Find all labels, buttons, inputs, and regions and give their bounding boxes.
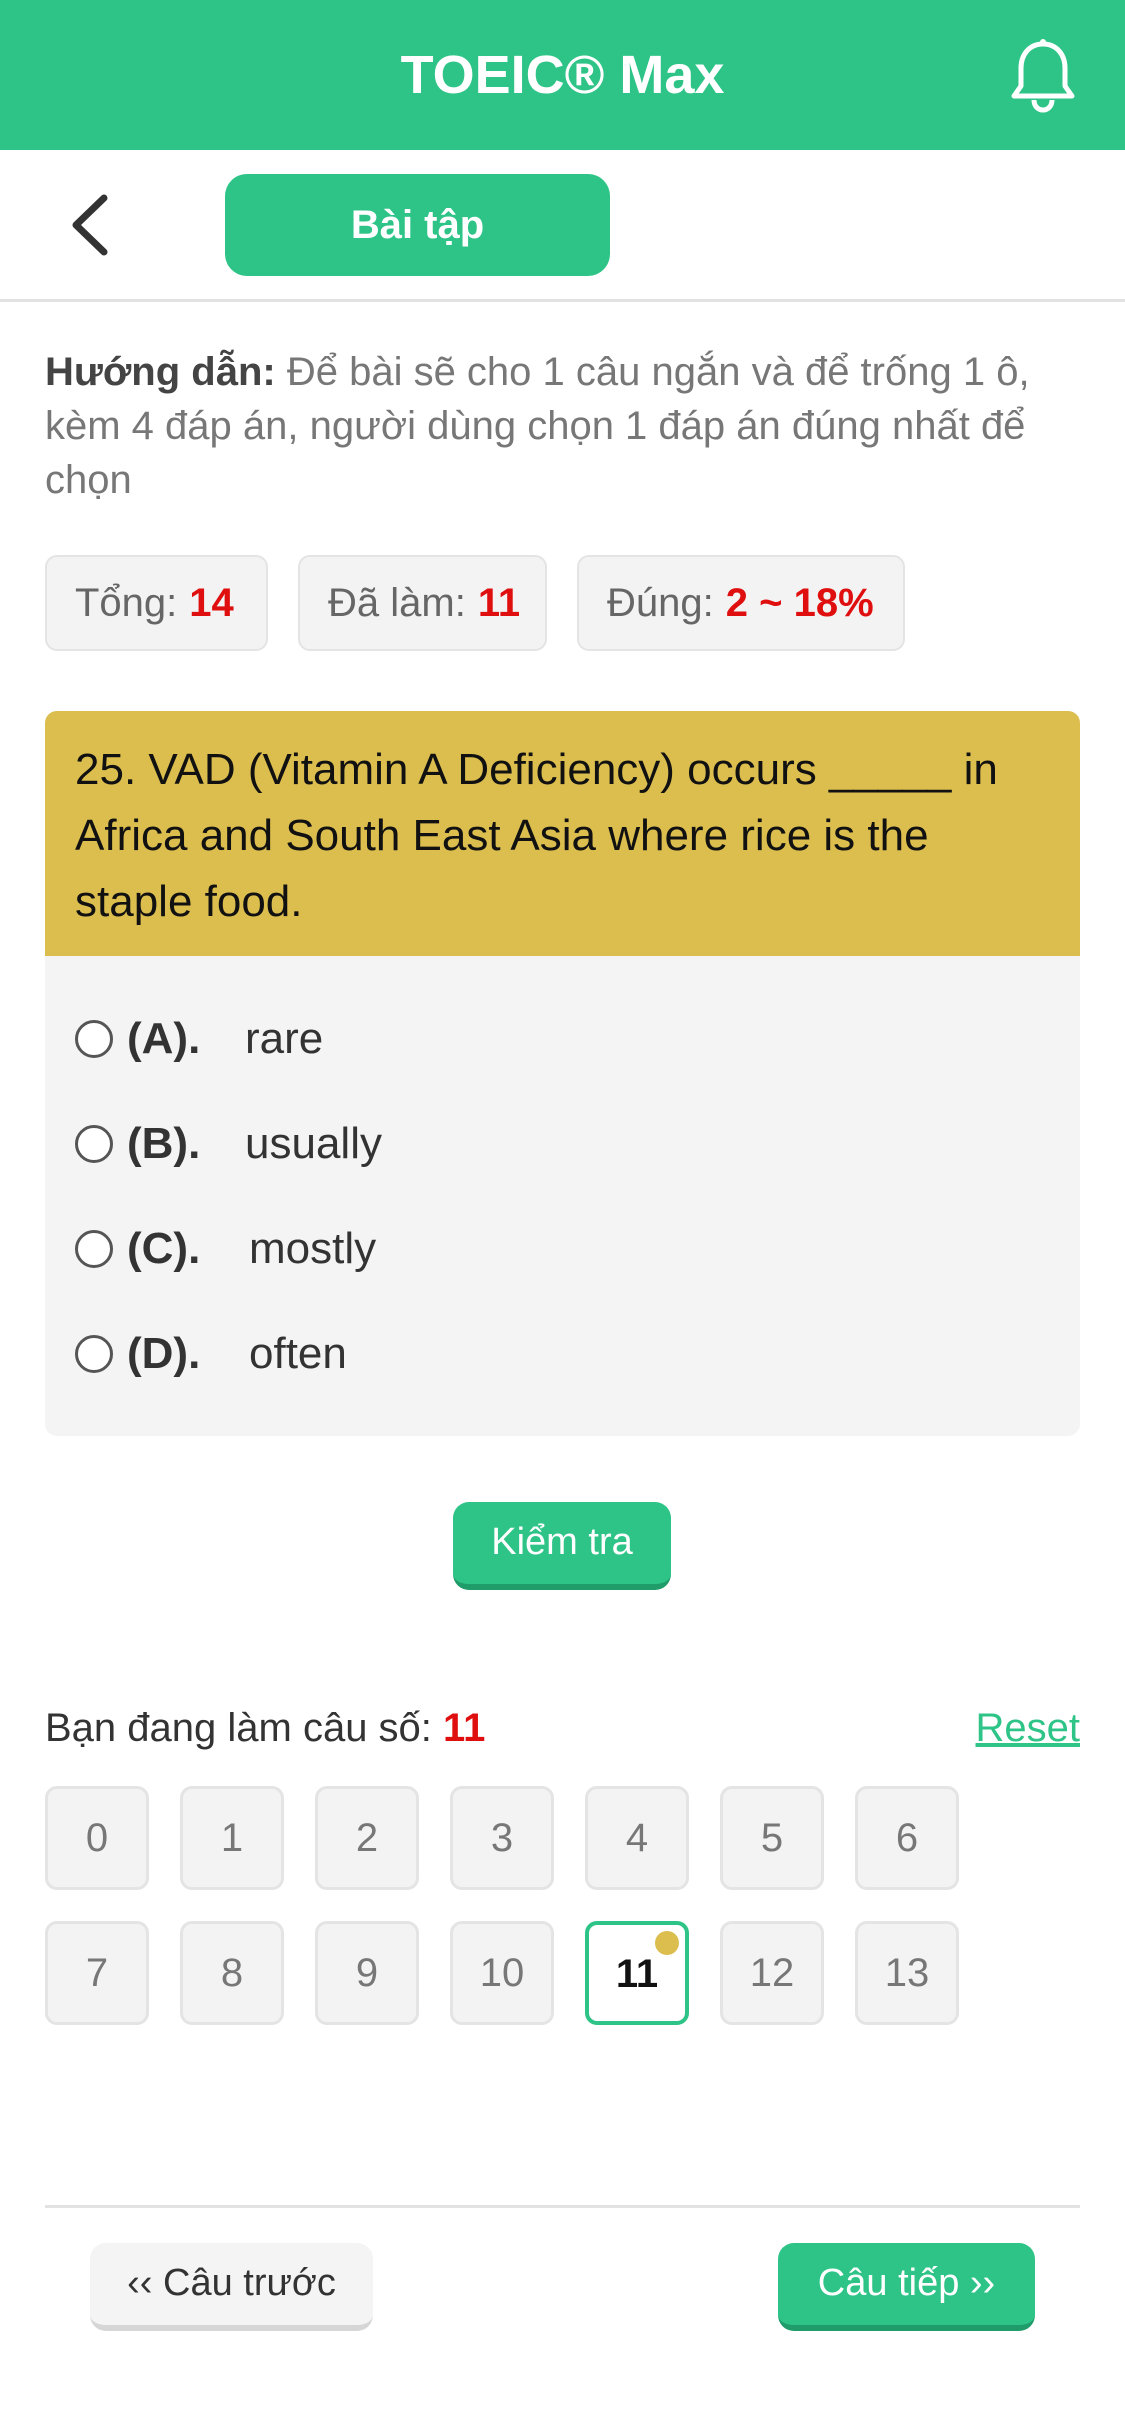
question-number-5[interactable]: 5 <box>720 1786 824 1890</box>
option-letter: (A). <box>127 1014 201 1063</box>
option-letter: (B). <box>127 1119 201 1168</box>
progress-label: Bạn đang làm câu số: 11 <box>45 1700 485 1756</box>
radio-button[interactable] <box>75 1230 113 1268</box>
question-card: 25. VAD (Vitamin A Deficiency) occurs __… <box>45 711 1080 1436</box>
question-number-7[interactable]: 7 <box>45 1921 149 2025</box>
instructions-label: Hướng dẫn: <box>45 350 276 394</box>
option-text: often <box>249 1329 347 1378</box>
question-number-8[interactable]: 8 <box>180 1921 284 2025</box>
reset-link[interactable]: Reset <box>960 1700 1081 1756</box>
question-number-2[interactable]: 2 <box>315 1786 419 1890</box>
tab-exercise[interactable]: Bài tập <box>225 174 610 276</box>
question-number-12[interactable]: 12 <box>720 1921 824 2025</box>
question-number-13[interactable]: 13 <box>855 1921 959 2025</box>
question-number-1[interactable]: 1 <box>180 1786 284 1890</box>
stat-done-label: Đã làm: <box>328 581 466 625</box>
app-title: TOEIC® Max <box>400 45 725 105</box>
stat-done: Đã làm: 11 <box>298 555 547 651</box>
app-header: TOEIC® Max <box>0 0 1125 150</box>
radio-button[interactable] <box>75 1020 113 1058</box>
divider <box>45 2205 1080 2208</box>
question-number-10[interactable]: 10 <box>450 1921 554 2025</box>
option-text: rare <box>245 1014 324 1063</box>
stat-correct-value: 2 ~ 18% <box>725 581 874 625</box>
previous-question-button[interactable]: ‹‹ Câu trước <box>90 2243 373 2331</box>
question-number-0[interactable]: 0 <box>45 1786 149 1890</box>
check-button[interactable]: Kiểm tra <box>453 1502 671 1590</box>
question-number-label: 11 <box>615 1952 659 1996</box>
option-text: usually <box>245 1119 382 1168</box>
question-number-4[interactable]: 4 <box>585 1786 689 1890</box>
option-letter: (D). <box>127 1329 201 1378</box>
question-number-6[interactable]: 6 <box>855 1786 959 1890</box>
question-number-3[interactable]: 3 <box>450 1786 554 1890</box>
option-text: mostly <box>249 1224 377 1273</box>
question-number-9[interactable]: 9 <box>315 1921 419 2025</box>
bell-icon[interactable] <box>1008 38 1078 114</box>
stat-done-value: 11 <box>477 581 521 625</box>
chevron-left-icon[interactable] <box>62 190 122 260</box>
stat-correct: Đúng: 2 ~ 18% <box>577 555 905 651</box>
instructions: Hướng dẫn: Để bài sẽ cho 1 câu ngắn và đ… <box>45 345 1085 507</box>
stat-correct-label: Đúng: <box>607 581 714 625</box>
question-text: 25. VAD (Vitamin A Deficiency) occurs __… <box>45 711 1080 956</box>
next-question-button[interactable]: Câu tiếp ›› <box>778 2243 1035 2331</box>
stat-total: Tổng: 14 <box>45 555 268 651</box>
radio-button[interactable] <box>75 1125 113 1163</box>
stat-total-value: 14 <box>189 581 234 625</box>
stat-total-label: Tổng: <box>75 581 178 625</box>
sub-header: Bài tập <box>0 150 1125 302</box>
progress-text: Bạn đang làm câu số: <box>45 1706 432 1750</box>
question-number-11-current[interactable]: 11 <box>585 1921 689 2025</box>
radio-button[interactable] <box>75 1335 113 1373</box>
progress-current: 11 <box>443 1706 486 1750</box>
current-indicator-dot <box>655 1931 679 1955</box>
option-letter: (C). <box>127 1224 201 1273</box>
